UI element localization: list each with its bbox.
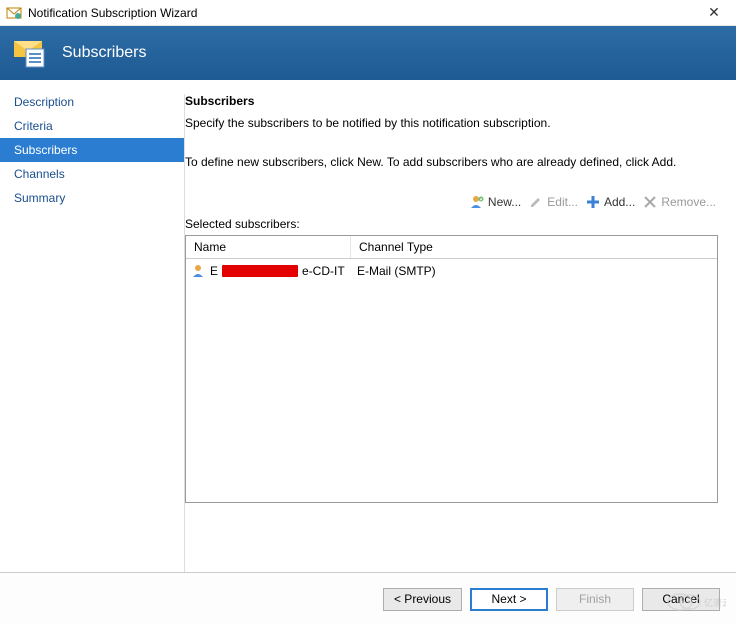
app-icon bbox=[6, 5, 22, 21]
page-help: To define new subscribers, click New. To… bbox=[185, 154, 718, 171]
redacted-text bbox=[222, 265, 298, 277]
row-type-cell: E-Mail (SMTP) bbox=[351, 261, 717, 281]
wizard-nav: Description Criteria Subscribers Channel… bbox=[0, 80, 185, 572]
svg-text:★: ★ bbox=[479, 196, 483, 201]
new-label: New... bbox=[488, 195, 521, 209]
window-title: Notification Subscription Wizard bbox=[28, 6, 698, 20]
close-button[interactable]: ✕ bbox=[698, 4, 730, 21]
add-label: Add... bbox=[604, 195, 635, 209]
nav-channels[interactable]: Channels bbox=[0, 162, 185, 186]
pencil-icon bbox=[529, 195, 543, 209]
remove-label: Remove... bbox=[661, 195, 716, 209]
subscribers-table[interactable]: Name Channel Type Ee-CD-IT E-Mail (SMTP) bbox=[185, 235, 718, 503]
svg-text:亿速云: 亿速云 bbox=[704, 597, 726, 608]
col-channel-type[interactable]: Channel Type bbox=[351, 236, 717, 258]
content-panel: Subscribers Specify the subscribers to b… bbox=[185, 80, 736, 572]
row-name-suffix: e-CD-IT bbox=[302, 264, 345, 278]
table-header: Name Channel Type bbox=[186, 236, 717, 259]
divider bbox=[184, 94, 185, 572]
plus-icon bbox=[586, 195, 600, 209]
row-name-prefix: E bbox=[210, 264, 218, 278]
nav-description[interactable]: Description bbox=[0, 90, 185, 114]
main-area: Description Criteria Subscribers Channel… bbox=[0, 80, 736, 572]
subscriber-toolbar: ★ New... Edit... Add... Remove... bbox=[185, 195, 718, 209]
finish-button: Finish bbox=[556, 588, 634, 611]
wizard-footer: < Previous Next > Finish Cancel bbox=[0, 572, 736, 625]
x-icon bbox=[643, 195, 657, 209]
next-button[interactable]: Next > bbox=[470, 588, 548, 611]
table-row[interactable]: Ee-CD-IT E-Mail (SMTP) bbox=[186, 259, 717, 283]
edit-button: Edit... bbox=[529, 195, 578, 209]
nav-criteria[interactable]: Criteria bbox=[0, 114, 185, 138]
col-name[interactable]: Name bbox=[186, 236, 351, 258]
remove-button: Remove... bbox=[643, 195, 716, 209]
banner-title: Subscribers bbox=[62, 44, 146, 62]
page-heading: Subscribers bbox=[185, 94, 718, 108]
edit-label: Edit... bbox=[547, 195, 578, 209]
watermark: 亿速云 bbox=[666, 590, 726, 617]
row-name-cell: Ee-CD-IT bbox=[186, 261, 351, 281]
banner: Subscribers bbox=[0, 26, 736, 80]
previous-button[interactable]: < Previous bbox=[383, 588, 462, 611]
banner-icon bbox=[12, 35, 48, 71]
nav-summary[interactable]: Summary bbox=[0, 186, 185, 210]
add-button[interactable]: Add... bbox=[586, 195, 635, 209]
person-icon bbox=[192, 264, 206, 278]
page-description: Specify the subscribers to be notified b… bbox=[185, 116, 718, 130]
title-bar: Notification Subscription Wizard ✕ bbox=[0, 0, 736, 26]
new-button[interactable]: ★ New... bbox=[470, 195, 521, 209]
list-label: Selected subscribers: bbox=[185, 217, 718, 231]
person-add-icon: ★ bbox=[470, 195, 484, 209]
nav-subscribers[interactable]: Subscribers bbox=[0, 138, 185, 162]
